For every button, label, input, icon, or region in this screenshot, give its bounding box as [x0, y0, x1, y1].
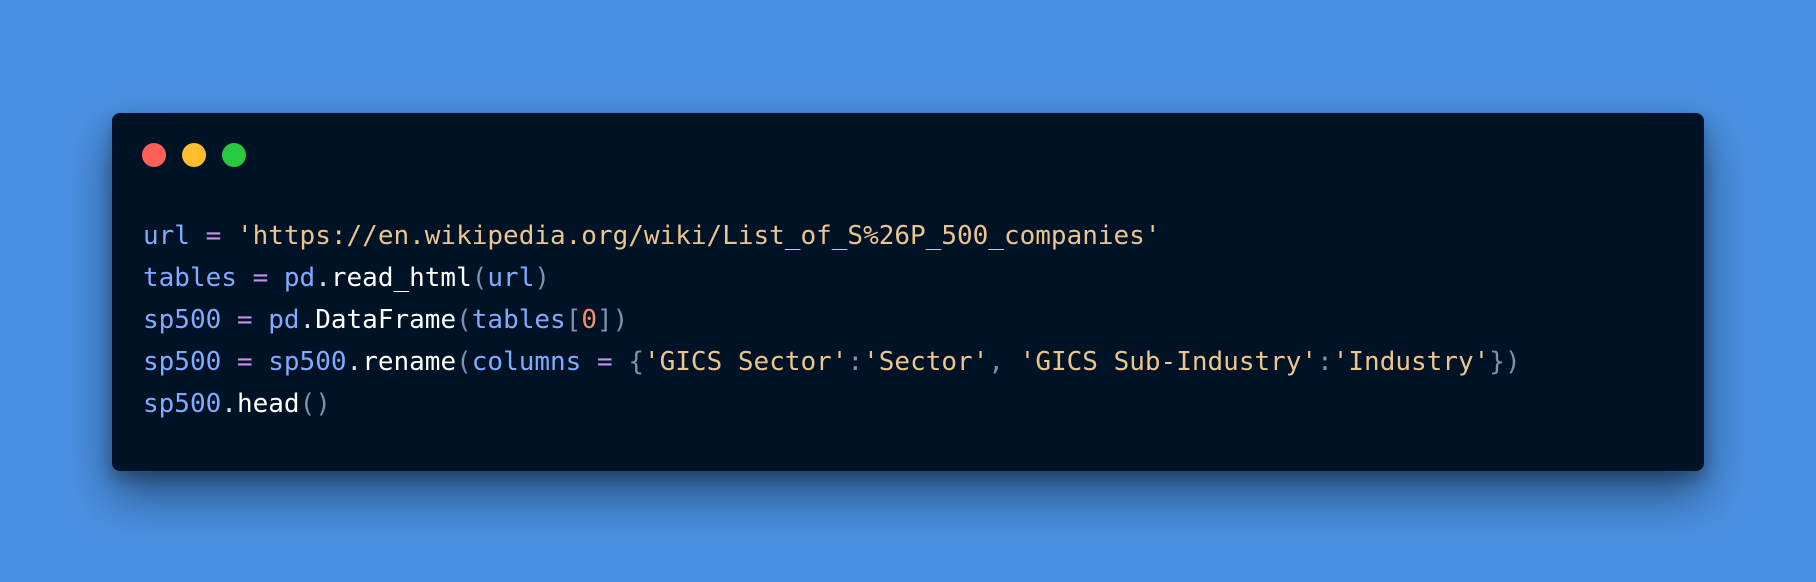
code-token: 'Sector' — [863, 347, 989, 377]
code-token: ( — [456, 305, 472, 335]
code-token: , — [988, 347, 1005, 377]
code-line: sp500.head() — [143, 383, 1684, 425]
code-token: ) — [534, 263, 551, 293]
code-token: DataFrame — [315, 305, 457, 335]
code-token: head — [236, 389, 300, 419]
code-token: 'GICS Sector' — [643, 347, 848, 377]
zoom-dot-icon[interactable] — [222, 143, 246, 167]
code-token: . — [221, 389, 237, 419]
code-token: . — [315, 263, 331, 293]
code-token: tables — [471, 305, 566, 335]
code-token: ( — [471, 263, 488, 293]
code-line: url = 'https://en.wikipedia.org/wiki/Lis… — [143, 215, 1684, 257]
code-token: }) — [1489, 347, 1521, 377]
code-token: ( — [456, 347, 472, 377]
code-token: sp500 — [143, 389, 222, 419]
code-block: url = 'https://en.wikipedia.org/wiki/Lis… — [143, 215, 1684, 425]
window-controls — [142, 143, 246, 167]
code-token: 'GICS Sub-Industry' — [1019, 347, 1318, 377]
code-token: { — [628, 347, 644, 377]
code-token: sp500 — [143, 347, 222, 377]
code-token: : — [1317, 347, 1333, 377]
code-token: = — [205, 221, 222, 251]
code-token: read_html — [330, 263, 472, 293]
close-dot-icon[interactable] — [142, 143, 166, 167]
code-line: tables = pd.read_html(url) — [143, 257, 1684, 299]
code-token: 0 — [581, 305, 597, 335]
minimize-dot-icon[interactable] — [182, 143, 206, 167]
code-token: . — [346, 347, 363, 377]
code-token: . — [299, 305, 316, 335]
code-token: () — [299, 389, 331, 419]
code-window: url = 'https://en.wikipedia.org/wiki/Lis… — [112, 113, 1704, 471]
code-token: 'https://en.wikipedia.org/wiki/List_of_S… — [236, 221, 1161, 251]
code-token: 'Industry' — [1332, 347, 1490, 377]
code-token: [ — [565, 305, 582, 335]
code-token: = — [252, 263, 269, 293]
code-token: = — [236, 347, 253, 377]
code-token: rename — [362, 347, 457, 377]
code-token: pd — [268, 305, 300, 335]
code-token: pd — [283, 263, 316, 293]
code-token: = — [236, 305, 253, 335]
code-token: columns — [471, 347, 582, 377]
code-line: sp500 = sp500.rename(columns = {'GICS Se… — [143, 341, 1684, 383]
code-token: sp500 — [143, 305, 222, 335]
code-token: ]) — [597, 305, 629, 335]
code-token: sp500 — [268, 347, 347, 377]
code-token: : — [847, 347, 864, 377]
code-token: url — [487, 263, 535, 293]
code-line: sp500 = pd.DataFrame(tables[0]) — [143, 299, 1684, 341]
code-token: url — [143, 221, 190, 251]
code-token: tables — [143, 263, 237, 293]
code-token: = — [597, 347, 613, 377]
